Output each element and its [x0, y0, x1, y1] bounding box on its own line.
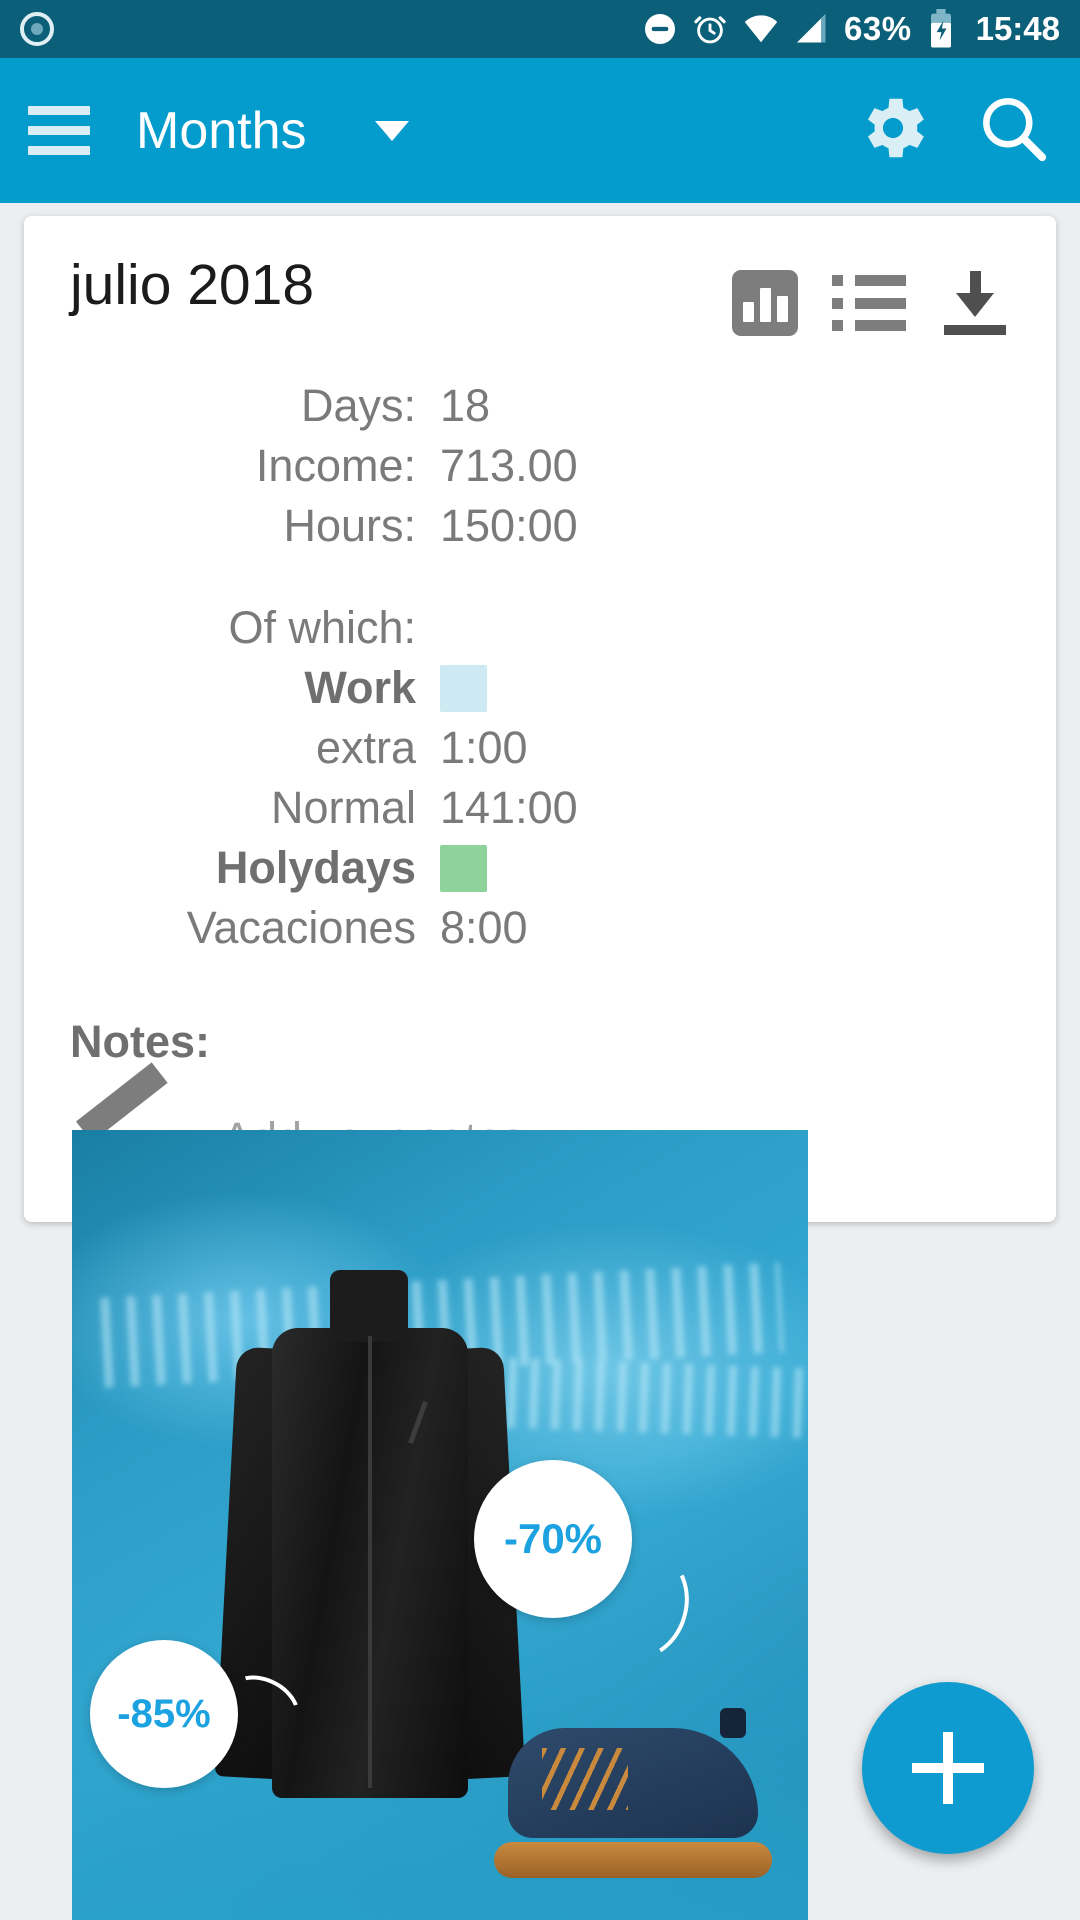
- of-which-label: Of which:: [228, 602, 416, 653]
- stat-value: 713.00: [440, 440, 578, 491]
- signal-icon: [794, 12, 830, 46]
- card-actions: [732, 256, 1010, 336]
- discount-badge-right-label: -70%: [503, 1515, 603, 1562]
- chart-icon[interactable]: [732, 270, 798, 336]
- plus-icon: [912, 1732, 984, 1804]
- clock: 15:48: [975, 10, 1060, 47]
- breakdown-value: 141:00: [440, 782, 578, 833]
- discount-badge-left-label: -85%: [117, 1691, 211, 1736]
- notes-title: Notes:: [70, 1016, 211, 1067]
- breakdown-value: 1:00: [440, 722, 528, 773]
- card-header: julio 2018: [70, 253, 1010, 336]
- add-button[interactable]: [862, 1682, 1034, 1854]
- alarm-icon: [692, 11, 728, 47]
- shoe-image: [490, 1694, 780, 1884]
- breakdown-row-extra: extra 1:00: [70, 722, 1010, 774]
- stat-row-hours: Hours: 150:00: [70, 500, 1010, 552]
- holyday-color-swatch: [440, 844, 487, 892]
- ad-banner[interactable]: -85% -70%: [72, 1130, 808, 1920]
- summary-card: julio 2018 Days: 18 Income: 713.00 Hours…: [24, 216, 1056, 1222]
- stat-row-days: Days: 18: [70, 380, 1010, 432]
- breakdown-row-holydays: Holydays: [70, 842, 1010, 894]
- work-color-swatch: [440, 664, 487, 712]
- breakdown-value: 8:00: [440, 902, 528, 953]
- breakdown-row-work: Work: [70, 662, 1010, 714]
- stats-block: Days: 18 Income: 713.00 Hours: 150:00 Of…: [70, 380, 1010, 954]
- wifi-icon: [742, 12, 780, 46]
- chevron-down-icon[interactable]: [374, 120, 409, 141]
- breakdown-label: Work: [304, 662, 416, 713]
- status-bar-left: [20, 12, 642, 46]
- stat-label: Days:: [300, 380, 416, 431]
- stats-gap: [70, 560, 1010, 602]
- breakdown-label: Normal: [270, 782, 416, 833]
- do-not-disturb-icon: [642, 11, 678, 47]
- stat-label: Hours:: [283, 500, 416, 551]
- gear-icon[interactable]: [854, 89, 932, 172]
- breakdown-row-vacaciones: Vacaciones 8:00: [70, 902, 1010, 954]
- stat-value: 18: [440, 380, 491, 431]
- download-icon[interactable]: [940, 271, 1010, 335]
- discount-badge-left: -85%: [90, 1640, 238, 1788]
- screen-record-icon: [20, 12, 54, 46]
- breakdown-label: Holydays: [215, 842, 416, 893]
- of-which-row: Of which:: [70, 602, 1010, 654]
- page-title: Months: [136, 101, 307, 160]
- app-bar: Months: [0, 58, 1080, 203]
- status-bar-right: 63% 15:48: [642, 9, 1060, 49]
- breakdown-label: extra: [315, 722, 416, 773]
- battery-percent: 63%: [844, 10, 912, 47]
- stat-row-income: Income: 713.00: [70, 440, 1010, 492]
- stat-label: Income:: [255, 440, 416, 491]
- app-bar-actions: [854, 89, 1052, 172]
- breakdown-row-normal: Normal 141:00: [70, 782, 1010, 834]
- stat-value: 150:00: [440, 500, 578, 551]
- search-icon[interactable]: [974, 89, 1052, 172]
- battery-charging-icon: [926, 9, 956, 49]
- list-icon[interactable]: [832, 275, 906, 331]
- discount-badge-right: -70%: [474, 1460, 632, 1618]
- menu-icon[interactable]: [28, 106, 90, 155]
- month-title: julio 2018: [70, 253, 315, 317]
- breakdown-label: Vacaciones: [186, 902, 416, 953]
- status-bar: 63% 15:48: [0, 0, 1080, 58]
